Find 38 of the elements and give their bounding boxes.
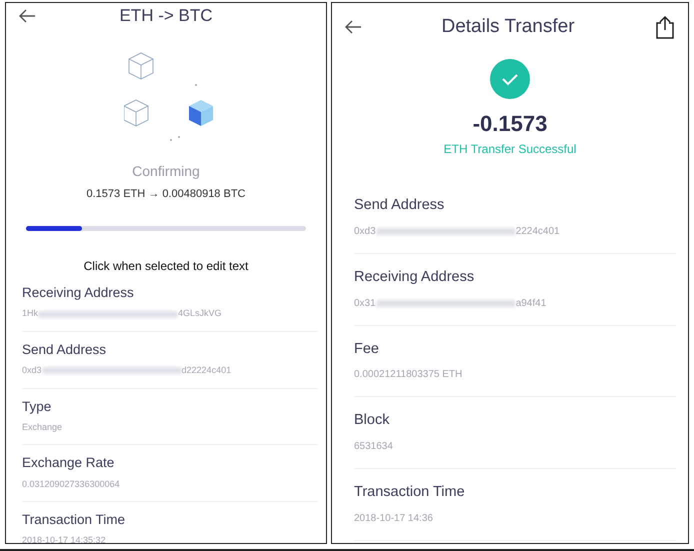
share-icon [654, 15, 676, 39]
field-label: Transaction Time [22, 511, 126, 529]
address-start: 0xd3 [354, 224, 376, 239]
success-message: ETH Transfer Successful [442, 141, 578, 158]
transfer-amount: -0.1573 [472, 110, 548, 138]
field-value: 2018-10-17 14:36 [354, 512, 434, 526]
field-label: Receiving Address [22, 284, 135, 302]
address-start: 0xd3 [22, 364, 42, 377]
field-value: 0.00021211803375 ETH [354, 368, 464, 382]
screen-title: Details Transfer [441, 14, 575, 39]
back-arrow-icon [18, 8, 36, 24]
back-button[interactable] [344, 19, 362, 35]
back-button[interactable] [18, 8, 36, 24]
field-label: Send Address [354, 196, 446, 215]
hint-text: Click when selected to edit text [82, 258, 250, 275]
field-label: Receiving Address [354, 268, 476, 287]
field-value: 2018-10-17 14:35:32 [22, 534, 107, 543]
address-start: 0x31 [354, 296, 376, 310]
address-start: 1Hk [22, 307, 38, 320]
address-end: d22224c401 [182, 364, 232, 377]
back-arrow-icon [344, 19, 362, 35]
field-label: Exchange Rate [22, 454, 116, 472]
status-text: Confirming [131, 162, 201, 181]
screen-title: ETH -> BTC [119, 5, 213, 27]
address-end: 4GLsJkVG [178, 307, 222, 320]
conversion-amount: 0.1573 ETH → 0.00480918 BTC [86, 186, 246, 202]
field-label: Send Address [22, 340, 108, 359]
field-label: Block [354, 411, 390, 430]
address-end: a94f41 [516, 296, 546, 310]
field-value: 0.031209027336300064 [22, 478, 121, 490]
share-button[interactable] [654, 15, 676, 39]
field-value: 6531634 [354, 440, 394, 454]
address-end: 2224c401 [516, 224, 560, 239]
field-label: Transaction Time [354, 483, 466, 502]
field-value: Exchange [22, 420, 64, 434]
field-label: Type [22, 398, 52, 416]
field-label: Fee [354, 340, 380, 358]
success-check-icon [490, 59, 530, 99]
